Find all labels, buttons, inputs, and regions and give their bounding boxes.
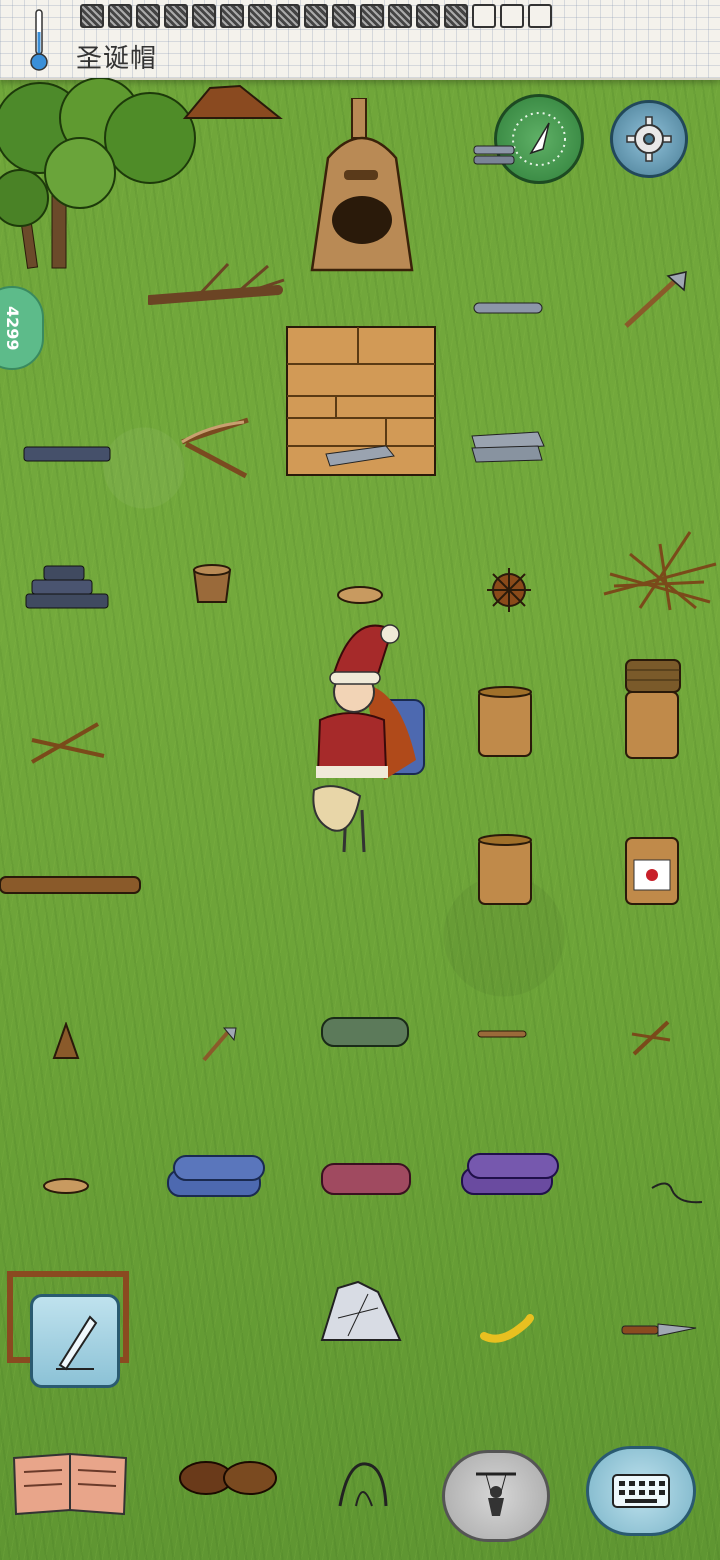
labeled-pot[interactable] xyxy=(622,832,682,908)
compass-button[interactable] xyxy=(494,94,584,184)
stamp-filled xyxy=(108,4,132,28)
pot-with-basket[interactable] xyxy=(622,656,684,760)
stamp-filled xyxy=(332,4,356,28)
gear-icon xyxy=(626,116,672,162)
edit-note-button[interactable] xyxy=(30,1294,120,1388)
clay-pot[interactable] xyxy=(476,686,534,760)
stamp-empty xyxy=(528,4,552,28)
stamp-filled xyxy=(444,4,468,28)
stamp-filled xyxy=(136,4,160,28)
stamp-filled xyxy=(388,4,412,28)
small-hatchet[interactable] xyxy=(200,1024,238,1064)
clay-plate[interactable] xyxy=(336,584,384,606)
stone-hatchet[interactable] xyxy=(620,268,692,332)
flint-shards-pile[interactable] xyxy=(318,1278,404,1344)
slate-stones[interactable] xyxy=(22,444,112,464)
fur-pelts[interactable] xyxy=(178,1458,278,1498)
stacked-slate[interactable] xyxy=(22,562,112,612)
clay-pot-2[interactable] xyxy=(476,834,534,908)
pinecone[interactable] xyxy=(52,1022,80,1064)
rolled-blue-cloth[interactable] xyxy=(166,1152,266,1200)
long-log[interactable] xyxy=(0,874,142,896)
puppet-emote-button[interactable] xyxy=(442,1450,550,1542)
settings-button[interactable] xyxy=(610,100,688,178)
wooden-floor[interactable] xyxy=(286,326,436,476)
branch[interactable] xyxy=(148,256,288,320)
stamp-empty xyxy=(472,4,496,28)
stamp-filled xyxy=(192,4,216,28)
stamp-filled xyxy=(304,4,328,28)
stamp-filled xyxy=(416,4,440,28)
stamp-filled xyxy=(248,4,272,28)
stamp-filled xyxy=(220,4,244,28)
flint-blade[interactable] xyxy=(472,300,544,316)
compass-icon xyxy=(512,112,566,166)
stamp-filled xyxy=(164,4,188,28)
skewer[interactable] xyxy=(476,1026,528,1042)
grub[interactable] xyxy=(480,1314,534,1344)
kindling-pile[interactable] xyxy=(600,524,720,614)
stamp-empty xyxy=(500,4,524,28)
flint-pile[interactable] xyxy=(472,142,516,168)
top-bar: 圣诞帽 xyxy=(0,0,720,80)
thread[interactable] xyxy=(648,1174,704,1208)
stamp-filled xyxy=(276,4,300,28)
fire-bow[interactable] xyxy=(630,1018,672,1058)
keyboard-icon xyxy=(612,1474,670,1508)
rolled-green-cloth[interactable] xyxy=(320,1016,412,1048)
pencil-icon xyxy=(56,1315,98,1371)
burdock-seed[interactable] xyxy=(484,566,534,614)
bow-drill[interactable] xyxy=(178,416,254,484)
thermometer-icon xyxy=(30,9,48,71)
chat-keyboard-button[interactable] xyxy=(586,1446,696,1536)
stamp-filled xyxy=(360,4,384,28)
rolled-red-cloth[interactable] xyxy=(320,1162,412,1196)
held-item-title: 圣诞帽 xyxy=(76,44,158,74)
marionette-icon xyxy=(476,1472,516,1516)
side-badge-label: 4299 xyxy=(3,306,22,351)
stamp-filled xyxy=(80,4,104,28)
side-badge[interactable]: 4299 xyxy=(0,286,44,370)
flint-chips[interactable] xyxy=(468,426,546,466)
fibers[interactable] xyxy=(336,1458,392,1510)
clay-disc[interactable] xyxy=(42,1176,90,1196)
tree-stump[interactable] xyxy=(180,78,290,126)
stone-knife[interactable] xyxy=(620,1320,698,1340)
rolled-purple-cloth[interactable] xyxy=(460,1152,560,1198)
adobe-kiln[interactable] xyxy=(306,98,418,278)
hunger-stamps xyxy=(80,4,552,28)
clay-bowl[interactable] xyxy=(190,562,234,608)
sticks[interactable] xyxy=(28,720,108,766)
recipe-book-icon[interactable] xyxy=(8,1444,132,1524)
player-character[interactable] xyxy=(304,620,434,860)
